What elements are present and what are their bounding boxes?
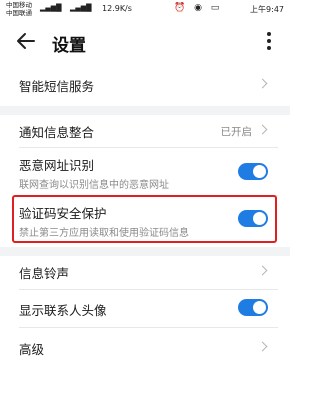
status-icons: ⏰ ◉ ▭ — [174, 3, 223, 13]
setting-malicious-url[interactable]: 恶意网址识别 联网查询以识别信息中的恶意网址 — [0, 149, 290, 193]
setting-advanced[interactable]: 高级 — [0, 330, 290, 364]
toggle-knob — [253, 301, 266, 314]
chevron-right-icon — [257, 265, 268, 276]
carrier-1: 中国移动 — [6, 1, 32, 9]
setting-smart-sms[interactable]: 智能短信服务 — [0, 64, 290, 102]
status-bar: 中国移动 中国联通 ▂▄▆█ ▂▄▆█ 12.9K/s ⏰ ◉ ▭ 上午9:47 — [0, 0, 290, 20]
setting-label: 智能短信服务 — [19, 79, 95, 94]
more-options-icon[interactable] — [266, 32, 272, 52]
setting-label: 高级 — [19, 342, 45, 357]
page-title: 设置 — [52, 36, 86, 56]
contact-avatar-toggle[interactable] — [238, 299, 268, 316]
highlight-box — [12, 195, 277, 243]
setting-label: 信息铃声 — [19, 266, 70, 281]
toggle-knob — [253, 165, 266, 178]
clock: 上午9:47 — [250, 5, 284, 14]
setting-contact-avatar[interactable]: 显示联系人头像 — [0, 290, 290, 326]
malicious-url-toggle[interactable] — [238, 163, 268, 180]
section-gap — [0, 247, 290, 256]
signal-icon: ▂▄▆█ — [40, 4, 62, 12]
app-header: 设置 — [0, 20, 290, 64]
back-arrow-icon[interactable] — [14, 29, 38, 53]
setting-value: 已开启 — [220, 126, 253, 138]
chevron-right-icon — [257, 341, 268, 352]
setting-ringtone[interactable]: 信息铃声 — [0, 256, 290, 286]
chevron-right-icon — [257, 124, 268, 135]
divider — [19, 327, 278, 328]
chevron-right-icon — [257, 78, 268, 89]
setting-label: 通知信息整合 — [19, 125, 95, 140]
setting-label: 显示联系人头像 — [19, 303, 107, 318]
setting-description: 联网查询以识别信息中的恶意网址 — [19, 180, 169, 191]
signal-icon-2: ▂▄▆█ — [70, 4, 92, 12]
divider — [19, 147, 278, 148]
section-gap — [0, 106, 290, 115]
network-speed: 12.9K/s — [102, 4, 132, 13]
carrier-info: 中国移动 中国联通 — [6, 1, 32, 17]
carrier-2: 中国联通 — [6, 9, 32, 17]
setting-label: 恶意网址识别 — [19, 158, 95, 173]
setting-notification-integration[interactable]: 通知信息整合 已开启 — [0, 115, 290, 145]
